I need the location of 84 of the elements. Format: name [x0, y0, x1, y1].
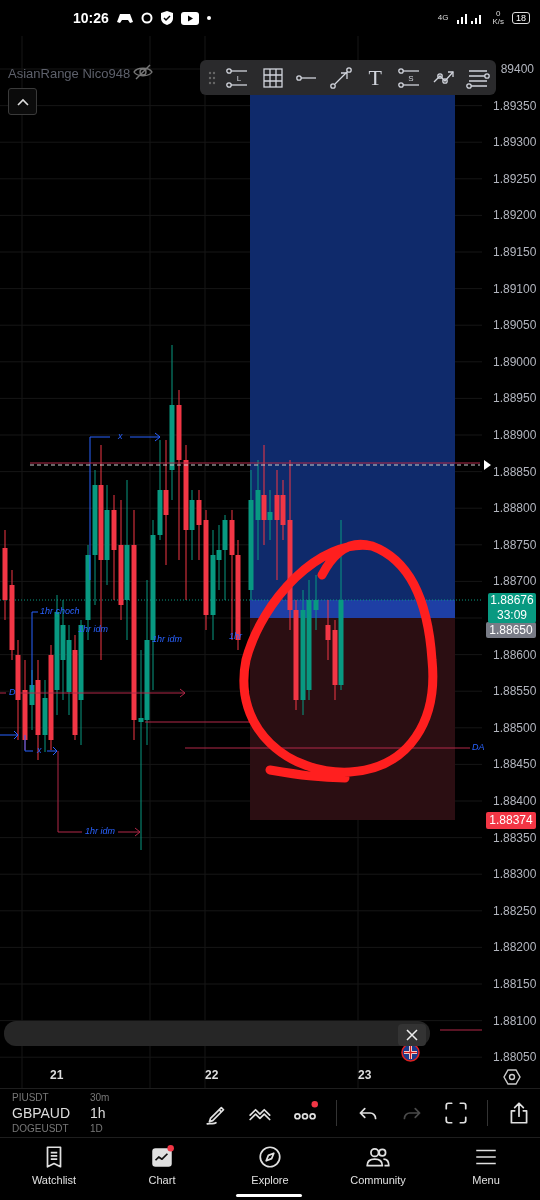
- home-indicator: [236, 1194, 302, 1197]
- symbol-item[interactable]: GBPAUD: [12, 1104, 90, 1122]
- last-price: 1.88676: [490, 593, 534, 608]
- price-label: 1.89300: [493, 134, 537, 151]
- price-label: 1.88750: [493, 536, 537, 553]
- dot-icon: [206, 16, 211, 20]
- nav-item[interactable]: Community: [324, 1138, 432, 1200]
- shield-icon: [160, 11, 173, 25]
- chart-icon: [149, 1144, 175, 1170]
- drag-handle-icon[interactable]: [208, 70, 216, 85]
- close-button[interactable]: [398, 1024, 426, 1046]
- price-label: 89400: [500, 61, 534, 77]
- chart-annotation: DA: [472, 742, 485, 753]
- interval-item[interactable]: 1h: [90, 1104, 130, 1122]
- price-label: 1.88700: [493, 573, 537, 590]
- chevron-up-icon: [16, 97, 29, 106]
- nav-item[interactable]: Chart: [108, 1138, 216, 1200]
- play-icon: [180, 11, 199, 25]
- annotation-line: [0, 692, 7, 694]
- price-label: 1.88500: [493, 719, 537, 736]
- price-label: 1.88350: [493, 829, 537, 846]
- interval-item[interactable]: 1D: [90, 1123, 130, 1134]
- price-label: 1.88600: [493, 646, 537, 663]
- compass-icon: [257, 1144, 283, 1170]
- annotation-line: [117, 827, 141, 837]
- price-label: 1.88300: [493, 866, 537, 883]
- text-tool[interactable]: T: [363, 65, 388, 90]
- clock: 10:26: [73, 10, 109, 26]
- fullscreen-icon[interactable]: [443, 1100, 469, 1126]
- speed-unit: K/s: [492, 18, 504, 26]
- annotation-line: [0, 730, 19, 740]
- circle-icon: [140, 12, 153, 24]
- price-label: 1.89200: [493, 207, 537, 224]
- price-label: 1.88200: [493, 939, 537, 956]
- price-label: 1.89150: [493, 244, 537, 260]
- indicator-label: AsianRange Nico948: [8, 66, 131, 81]
- price-label: 1.89100: [493, 280, 537, 297]
- price-label: 1.88400: [493, 793, 537, 809]
- chart-annotation: D: [9, 687, 16, 698]
- arrow-icon[interactable]: [329, 65, 353, 90]
- chart-annotation: 1hr idm: [85, 826, 115, 837]
- bar-countdown: 33:09: [497, 608, 527, 623]
- chart-annotation: 1hr: [229, 631, 242, 642]
- annotation-line: [24, 734, 34, 752]
- price-label: 1.88450: [493, 756, 537, 773]
- stop-price-tag: 1.88374: [486, 812, 536, 829]
- price-label: 1.88800: [493, 500, 537, 517]
- price-label: 1.88050: [493, 1049, 537, 1066]
- price-label: 1.88950: [493, 390, 537, 407]
- network-type: 4G: [437, 14, 449, 22]
- annotation-line: [439, 1029, 483, 1031]
- annotation-line: [129, 432, 161, 442]
- nav-item[interactable]: Watchlist: [0, 1138, 108, 1200]
- grid-icon[interactable]: [260, 65, 285, 90]
- price-label: 1.88900: [493, 427, 537, 443]
- price-label: 1.89350: [493, 97, 537, 114]
- gamepad-icon: [116, 12, 133, 24]
- price-label: 1.88100: [493, 1012, 537, 1029]
- eye-slash-icon[interactable]: [133, 64, 153, 80]
- speed-value: 0: [495, 10, 501, 18]
- price-label: 1.88150: [493, 976, 537, 992]
- date-label: 23: [358, 1068, 372, 1082]
- chart-annotation: 1hr choch: [40, 606, 80, 617]
- collapse-button[interactable]: [8, 88, 37, 115]
- price-label: 1.88850: [493, 463, 537, 480]
- price-label: 1.88250: [493, 902, 537, 919]
- price-label: 1.88550: [493, 683, 537, 700]
- settings-icon[interactable]: [503, 1068, 521, 1086]
- battery-level: 18: [512, 12, 530, 24]
- symbol-item[interactable]: PIUSDT: [12, 1092, 90, 1103]
- price-label: 1.89250: [493, 170, 537, 187]
- date-label: 21: [50, 1068, 64, 1082]
- chart-annotation: x: [118, 431, 123, 442]
- date-label: 22: [205, 1068, 219, 1082]
- price-label: 1.89050: [493, 317, 537, 334]
- nav-item[interactable]: Explore: [216, 1138, 324, 1200]
- chart-annotation: 1hr idm: [152, 634, 182, 645]
- chart-annotation: x: [37, 745, 42, 756]
- close-icon: [406, 1029, 418, 1041]
- price-label: 1.89000: [493, 353, 537, 370]
- chart-annotation: 1hr idm: [78, 624, 108, 635]
- symbol-item[interactable]: DOGEUSDT: [12, 1123, 90, 1134]
- nav-item[interactable]: Menu: [432, 1138, 540, 1200]
- interval-item[interactable]: 30m: [90, 1092, 130, 1103]
